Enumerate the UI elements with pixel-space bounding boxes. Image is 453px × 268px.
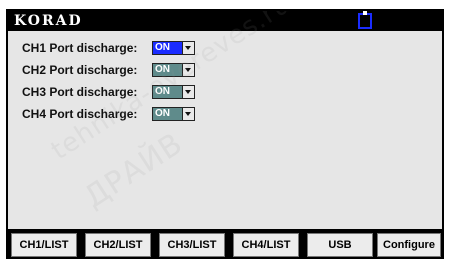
select-value: ON [153,86,182,98]
brand-logo: KORAD [14,13,83,29]
chevron-down-icon[interactable] [182,86,194,98]
ch1-list-button[interactable]: CH1/LIST [11,233,77,257]
port-row-ch4: CH4 Port discharge: ON [22,106,222,122]
usb-button[interactable]: USB [307,233,373,257]
port-row-ch2: CH2 Port discharge: ON [22,62,222,78]
port-label: CH2 Port discharge: [22,63,138,77]
chevron-down-icon[interactable] [182,42,194,54]
port-row-ch1: CH1 Port discharge: ON [22,40,222,56]
ch3-discharge-select[interactable]: ON [152,85,195,99]
watermark-text-2: ДРАЙВ [78,126,190,216]
select-value: ON [153,108,182,120]
device-screen: KORAD CH1 Port discharge: ON CH2 Port di… [6,9,444,259]
title-bar: KORAD [8,11,442,31]
usb-plug-icon [358,11,372,29]
select-value: ON [153,42,182,54]
ch4-discharge-select[interactable]: ON [152,107,195,121]
port-row-ch3: CH3 Port discharge: ON [22,84,222,100]
ch1-discharge-select[interactable]: ON [152,41,195,55]
ch3-list-button[interactable]: CH3/LIST [159,233,225,257]
port-label: CH1 Port discharge: [22,41,138,55]
chevron-down-icon[interactable] [182,108,194,120]
port-label: CH4 Port discharge: [22,107,138,121]
ch2-discharge-select[interactable]: ON [152,63,195,77]
ch2-list-button[interactable]: CH2/LIST [85,233,151,257]
softkey-bar: CH1/LIST CH2/LIST CH3/LIST CH4/LIST USB … [8,229,442,257]
chevron-down-icon[interactable] [182,64,194,76]
port-label: CH3 Port discharge: [22,85,138,99]
select-value: ON [153,64,182,76]
ch4-list-button[interactable]: CH4/LIST [233,233,299,257]
configure-button[interactable]: Configure [377,233,441,257]
